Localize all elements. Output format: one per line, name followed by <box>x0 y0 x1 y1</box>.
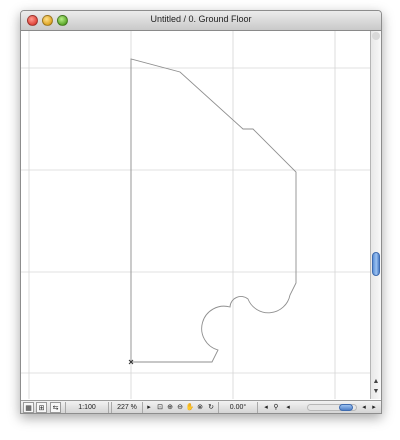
orientation-angle-field[interactable]: 0.00° <box>218 402 258 413</box>
horizontal-scroll-thumb[interactable] <box>339 404 353 411</box>
window-title: Untitled / 0. Ground Floor <box>150 14 252 24</box>
building-outline[interactable] <box>130 58 297 363</box>
zoom-magnifier-icon[interactable]: ⚲ <box>271 402 281 413</box>
title-bar[interactable]: Untitled / 0. Ground Floor <box>21 11 381 31</box>
scroll-down-arrow-icon[interactable]: ▼ <box>371 387 381 397</box>
vertical-scroll-thumb[interactable] <box>372 252 380 276</box>
floor-plan-canvas[interactable] <box>21 31 370 399</box>
navigator-icon[interactable]: ⇆ <box>50 402 61 413</box>
scale-field[interactable]: 1:100 <box>65 402 109 413</box>
layer-toggle-icon[interactable]: ▦ <box>23 402 34 413</box>
minimize-icon[interactable] <box>42 15 53 26</box>
fit-in-window-icon[interactable]: ⊡ <box>155 402 165 413</box>
zoom-menu-arrow-icon[interactable]: ▸ <box>144 402 154 413</box>
scrollbar-cap <box>372 32 380 40</box>
scroll-left-arrow-icon[interactable]: ◂ <box>283 402 293 413</box>
scroll-left-small-icon[interactable]: ◂ <box>359 402 369 413</box>
pan-hand-icon[interactable]: ✋ <box>185 402 195 413</box>
close-icon[interactable] <box>27 15 38 26</box>
zoom-icon[interactable] <box>57 15 68 26</box>
zoom-area-icon[interactable]: ⊗ <box>195 402 205 413</box>
zoom-out-icon[interactable]: ⊖ <box>175 402 185 413</box>
zoom-field[interactable]: 227 % <box>111 402 143 413</box>
rotate-view-icon[interactable]: ↻ <box>206 402 216 413</box>
view-options-icon[interactable]: ⊞ <box>36 402 47 413</box>
vertical-scrollbar[interactable]: ▲ ▼ <box>370 31 381 399</box>
scroll-up-arrow-icon[interactable]: ▲ <box>371 377 381 387</box>
zoom-in-icon[interactable]: ⊕ <box>165 402 175 413</box>
floor-plan-drawing[interactable] <box>21 31 370 399</box>
previous-zoom-icon[interactable]: ◂ <box>261 402 271 413</box>
scroll-right-arrow-icon[interactable]: ▸ <box>369 402 379 413</box>
status-bar: ▦ ⊞ ⇆ 1:100 227 % ▸ ⊡ ⊕ ⊖ ✋ ⊗ ↻ 0.00° ◂ … <box>21 400 381 413</box>
archicad-window: Untitled / 0. Ground Floor ▲ ▼ ▦ ⊞ ⇆ 1:1… <box>20 10 382 414</box>
